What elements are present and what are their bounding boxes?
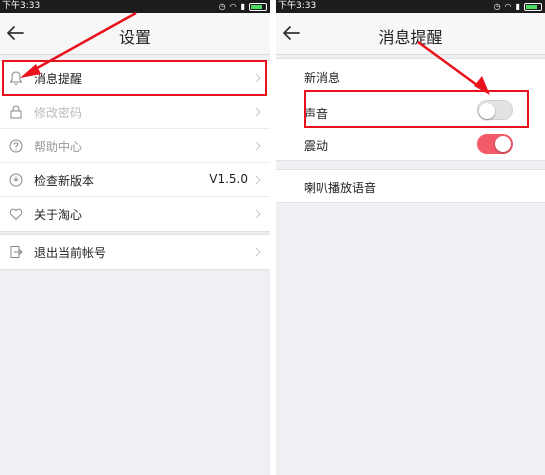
heart-icon <box>9 208 23 221</box>
status-bar: 下午3:33 ◷ ◠ ▮ <box>276 0 545 13</box>
battery-icon <box>249 2 267 11</box>
logout-group: 退出当前帐号 <box>0 234 270 270</box>
item-label: 修改密码 <box>34 106 83 120</box>
speaker-group: 喇叭播放语音 <box>276 169 545 203</box>
item-label: 关于淘心 <box>34 208 83 222</box>
version-value: V1.5.0 <box>209 172 248 186</box>
page-title: 消息提醒 <box>378 28 443 47</box>
logout-button[interactable]: 退出当前帐号 <box>0 235 270 269</box>
chevron-right-icon <box>255 247 261 257</box>
page-title: 设置 <box>118 28 151 47</box>
status-time: 下午3:33 <box>2 1 41 11</box>
speaker-label: 喇叭播放语音 <box>304 181 377 195</box>
vibrate-toggle[interactable] <box>477 134 513 154</box>
signal-icon: ▮ <box>240 2 245 11</box>
lock-icon <box>10 105 22 119</box>
item-label: 帮助中心 <box>34 140 83 154</box>
item-label: 检查新版本 <box>34 174 95 188</box>
navigation-bar: 消息提醒 <box>276 13 545 55</box>
settings-item-change-password[interactable]: 修改密码 <box>0 95 270 129</box>
wifi-icon: ◠ <box>504 2 512 11</box>
alarm-icon: ◷ <box>493 2 501 11</box>
update-icon <box>9 173 23 187</box>
section-header: 新消息 <box>304 71 341 85</box>
help-icon <box>9 139 23 153</box>
settings-item-check-update[interactable]: 检查新版本 V1.5.0 <box>0 163 270 197</box>
alarm-icon: ◷ <box>218 2 226 11</box>
chevron-right-icon <box>255 107 261 117</box>
battery-icon <box>524 2 542 11</box>
notification-settings-screen: 下午3:33 ◷ ◠ ▮ 消息提醒 新消息 声音 震动 喇叭播放语音 <box>276 0 545 475</box>
item-label: 退出当前帐号 <box>34 246 107 260</box>
highlight-box-notifications <box>2 60 267 96</box>
signal-icon: ▮ <box>515 2 520 11</box>
settings-item-about[interactable]: 关于淘心 <box>0 197 270 231</box>
vibrate-label: 震动 <box>304 139 329 153</box>
chevron-right-icon <box>255 175 261 185</box>
navigation-bar: 设置 <box>0 13 270 55</box>
status-bar: 下午3:33 ◷ ◠ ▮ <box>0 0 270 13</box>
wifi-icon: ◠ <box>229 2 237 11</box>
chevron-right-icon <box>255 141 261 151</box>
logout-icon <box>10 246 23 258</box>
chevron-right-icon <box>255 209 261 219</box>
speaker-voice-item[interactable]: 喇叭播放语音 <box>276 170 545 204</box>
settings-item-help-center[interactable]: 帮助中心 <box>0 129 270 163</box>
highlight-box-sound <box>304 90 529 128</box>
status-time: 下午3:33 <box>278 1 317 11</box>
